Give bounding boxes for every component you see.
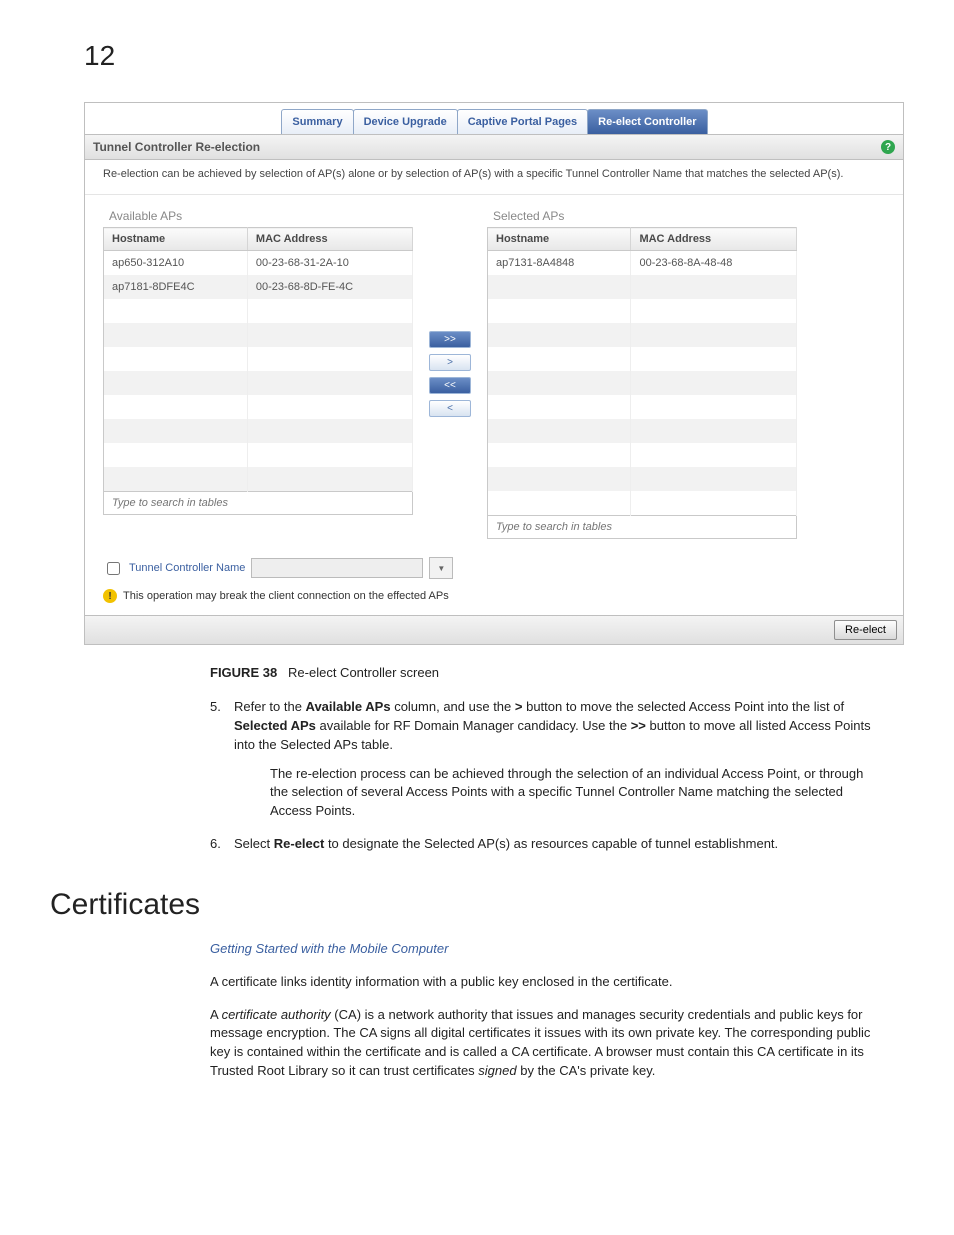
panel-description: Re-election can be achieved by selection… — [85, 160, 903, 195]
tunnel-controller-name-checkbox[interactable] — [107, 562, 120, 575]
move-all-left-button[interactable]: << — [429, 377, 471, 394]
selected-aps-table: Hostname MAC Address ap7131-8A484800-23-… — [487, 227, 797, 516]
move-all-right-button[interactable]: >> — [429, 331, 471, 348]
step-6: 6. Select Re-elect to designate the Sele… — [210, 835, 884, 854]
cert-para-1: A certificate links identity information… — [210, 973, 884, 992]
warning-text: This operation may break the client conn… — [123, 590, 449, 602]
available-aps-table: Hostname MAC Address ap650-312A1000-23-6… — [103, 227, 413, 492]
tunnel-controller-name-dropdown[interactable]: ▼ — [429, 557, 453, 579]
selected-aps-title: Selected APs — [493, 209, 797, 223]
step-5: 5. Refer to the Available APs column, an… — [210, 698, 884, 821]
tab-reelect-controller[interactable]: Re-elect Controller — [587, 109, 707, 134]
selected-search-input[interactable] — [487, 516, 797, 539]
warning-icon: ! — [103, 589, 117, 603]
cert-para-2: A certificate authority (CA) is a networ… — [210, 1006, 884, 1081]
move-right-button[interactable]: > — [429, 354, 471, 371]
available-search-input[interactable] — [103, 492, 413, 515]
table-row[interactable]: ap7131-8A484800-23-68-8A-48-48 — [488, 251, 797, 276]
tabs-bar: Summary Device Upgrade Captive Portal Pa… — [85, 103, 903, 135]
col-hostname[interactable]: Hostname — [104, 228, 248, 251]
tab-device-upgrade[interactable]: Device Upgrade — [353, 109, 458, 134]
step-5-sub: The re-election process can be achieved … — [270, 765, 884, 822]
table-row[interactable]: ap7181-8DFE4C00-23-68-8D-FE-4C — [104, 275, 413, 299]
col-mac[interactable]: MAC Address — [631, 228, 797, 251]
section-heading-certificates: Certificates — [50, 888, 904, 922]
link-getting-started[interactable]: Getting Started with the Mobile Computer — [210, 941, 448, 956]
tab-summary[interactable]: Summary — [281, 109, 353, 134]
tunnel-controller-name-input[interactable] — [251, 558, 423, 578]
col-hostname[interactable]: Hostname — [488, 228, 631, 251]
col-mac[interactable]: MAC Address — [247, 228, 412, 251]
tab-captive-portal[interactable]: Captive Portal Pages — [457, 109, 588, 134]
available-aps-title: Available APs — [109, 209, 413, 223]
help-icon[interactable]: ? — [881, 140, 895, 154]
reelect-button[interactable]: Re-elect — [834, 620, 897, 640]
table-row[interactable]: ap650-312A1000-23-68-31-2A-10 — [104, 251, 413, 276]
reelect-panel: Summary Device Upgrade Captive Portal Pa… — [84, 102, 904, 645]
panel-title: Tunnel Controller Re-election — [93, 140, 260, 154]
move-left-button[interactable]: < — [429, 400, 471, 417]
figure-caption: FIGURE 38 Re-elect Controller screen — [210, 665, 904, 680]
page-number: 12 — [84, 40, 904, 72]
tunnel-controller-name-label: Tunnel Controller Name — [129, 562, 245, 574]
